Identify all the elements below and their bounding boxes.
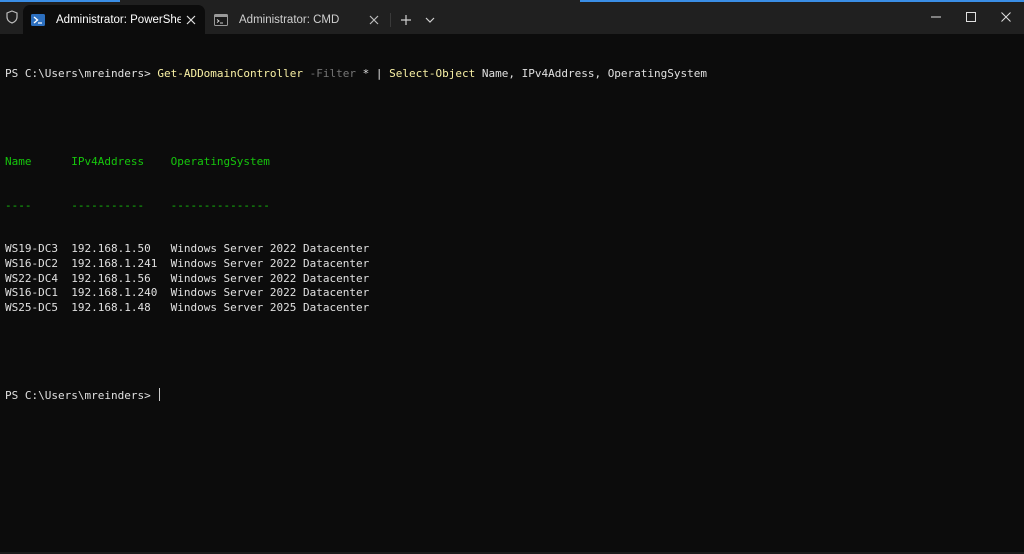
column-header: IPv4Address — [71, 154, 171, 168]
window-close-icon — [1001, 12, 1011, 22]
close-icon[interactable] — [364, 10, 384, 30]
table-cell: WS16-DC1 — [5, 286, 72, 300]
cmdlet: Get-ADDomainController — [157, 67, 304, 81]
column-header: OperatingSystem — [170, 154, 270, 168]
powershell-icon — [31, 13, 45, 26]
table-header: Name IPv4Address OperatingSystem — [5, 155, 1015, 170]
minimize-icon — [931, 16, 941, 18]
tab-label: Administrator: CMD — [239, 13, 340, 26]
accent-line — [0, 0, 120, 2]
chevron-down-icon — [425, 17, 435, 23]
title-bar: Administrator: PowerShell Administrator:… — [0, 0, 1024, 34]
table-cell: Windows Server 2022 Datacenter — [170, 286, 370, 300]
maximize-icon — [966, 12, 976, 22]
new-tab-button[interactable] — [396, 10, 416, 30]
window-close-button[interactable] — [983, 0, 1024, 34]
table-cell: Windows Server 2022 Datacenter — [170, 271, 370, 285]
shield-icon — [4, 9, 20, 25]
cmd-icon — [214, 13, 228, 26]
table-row: WS16-DC2 192.168.1.241 Windows Server 20… — [5, 257, 1015, 272]
profile-dropdown-button[interactable] — [420, 10, 440, 30]
table-cell: WS25-DC5 — [5, 300, 72, 314]
table-cell: 192.168.1.48 — [71, 300, 171, 314]
table-row: WS19-DC3 192.168.1.50 Windows Server 202… — [5, 242, 1015, 257]
tab-label: Administrator: PowerShell — [56, 13, 181, 26]
column-underline: ---- — [5, 198, 72, 212]
command-line: PS C:\Users\mreinders> Get-ADDomainContr… — [5, 67, 1015, 82]
parameter: -Filter — [309, 67, 357, 81]
prompt: PS C:\Users\mreinders> — [5, 389, 158, 403]
pipe: | — [375, 67, 383, 81]
table-cell: WS19-DC3 — [5, 242, 72, 256]
plus-icon — [401, 15, 411, 25]
table-underline: ---- ----------- --------------- — [5, 199, 1015, 214]
prompt: PS C:\Users\mreinders> — [5, 67, 158, 81]
table-cell: 192.168.1.241 — [71, 256, 171, 270]
argument: * — [362, 67, 370, 81]
tab-separator — [390, 13, 391, 27]
table-cell: WS16-DC2 — [5, 256, 72, 270]
close-icon[interactable] — [181, 10, 201, 30]
prompt-line[interactable]: PS C:\Users\mreinders> — [5, 388, 1015, 403]
column-header: Name — [5, 154, 72, 168]
text-cursor — [159, 388, 161, 402]
table-cell: Windows Server 2022 Datacenter — [170, 256, 370, 270]
terminal-output[interactable]: PS C:\Users\mreinders> Get-ADDomainContr… — [5, 38, 1015, 543]
table-cell: Windows Server 2022 Datacenter — [170, 242, 370, 256]
table-cell: 192.168.1.240 — [71, 286, 171, 300]
table-body: WS19-DC3 192.168.1.50 Windows Server 202… — [5, 242, 1015, 315]
column-underline: --------------- — [170, 198, 270, 212]
tab-cmd[interactable]: Administrator: CMD — [206, 5, 388, 34]
table-cell: Windows Server 2025 Datacenter — [170, 300, 370, 314]
table-cell: 192.168.1.56 — [71, 271, 171, 285]
table-row: WS16-DC1 192.168.1.240 Windows Server 20… — [5, 286, 1015, 301]
properties: Name, IPv4Address, OperatingSystem — [481, 67, 708, 81]
table-cell: 192.168.1.50 — [71, 242, 171, 256]
tab-powershell[interactable]: Administrator: PowerShell — [23, 5, 205, 34]
column-underline: ----------- — [71, 198, 171, 212]
table-row: WS22-DC4 192.168.1.56 Windows Server 202… — [5, 272, 1015, 287]
table-cell: WS22-DC4 — [5, 271, 72, 285]
table-row: WS25-DC5 192.168.1.48 Windows Server 202… — [5, 301, 1015, 316]
cmdlet: Select-Object — [389, 67, 476, 81]
